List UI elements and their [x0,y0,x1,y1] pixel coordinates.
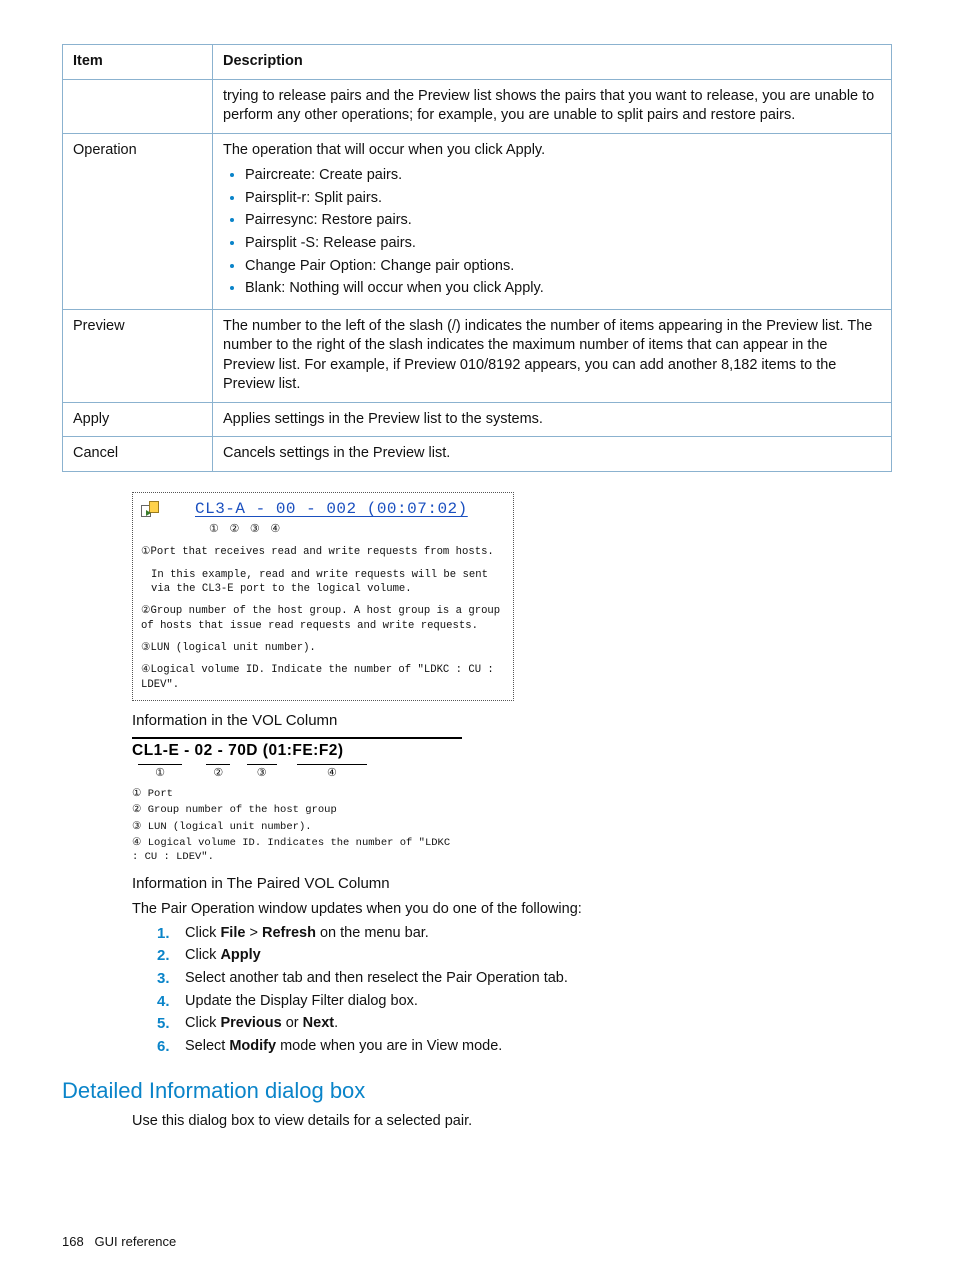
list-item: Blank: Nothing will occur when you click… [245,279,881,299]
bold-previous: Previous [220,1015,281,1031]
list-item: Update the Display Filter dialog box. [157,992,892,1012]
caption-paired-vol-column: Information in The Paired VOL Column [132,874,892,894]
bold-refresh: Refresh [262,925,316,941]
list-item: Pairresync: Restore pairs. [245,211,881,231]
diagram2-header: CL1-E - 02 - 70D (01:FE:F2) [132,739,462,762]
footer-label: GUI reference [95,1234,177,1249]
section-para: Use this dialog box to view details for … [132,1112,892,1132]
bold-apply: Apply [220,947,260,963]
update-conditions-para: The Pair Operation window updates when y… [132,900,892,920]
marker: ② [206,764,230,781]
list-item: Pairsplit -S: Release pairs. [245,234,881,254]
text: . [334,1015,338,1031]
diagram2-markers: ① ② ③ ④ [132,764,462,781]
diagram2-line: ③ LUN (logical unit number). [132,820,462,834]
bold-next: Next [303,1015,334,1031]
vol-column-diagram: CL3-A - 00 - 002 (00:07:02) ① ② ③ ④ ①Por… [132,492,514,701]
op-intro: The operation that will occur when you c… [223,141,881,161]
th-description: Description [213,45,892,80]
description-table: Item Description trying to release pairs… [62,44,892,472]
list-item: Click Apply [157,946,892,966]
cell-desc: The number to the left of the slash (/) … [213,309,892,402]
caption-vol-column: Information in the VOL Column [132,711,892,731]
update-steps-list: Click File > Refresh on the menu bar. Cl… [62,924,892,1056]
list-item: Click File > Refresh on the menu bar. [157,924,892,944]
text: Click [185,947,220,963]
diagram2-line: ① Port [132,787,462,801]
diagram2-line: ④ Logical volume ID. Indicates the numbe… [132,836,462,864]
cell-item: Cancel [63,437,213,472]
text: or [282,1015,303,1031]
diagram-header: CL3-A - 00 - 002 (00:07:02) [167,499,468,521]
pair-icon [141,501,163,519]
list-item: Change Pair Option: Change pair options. [245,257,881,277]
text: > [245,925,262,941]
list-item: Select Modify mode when you are in View … [157,1037,892,1057]
page: Item Description trying to release pairs… [0,0,954,1271]
diagram-note-1: ①Port that receives read and write reque… [141,545,505,559]
marker: ③ [247,764,277,781]
diagram2-line: ② Group number of the host group [132,803,462,817]
cell-desc: trying to release pairs and the Preview … [213,79,892,133]
th-item: Item [63,45,213,80]
page-number: 168 [62,1234,84,1249]
diagram-note-4: ④Logical volume ID. Indicate the number … [141,663,505,692]
bold-file: File [220,925,245,941]
text: Click [185,925,220,941]
list-item: Paircreate: Create pairs. [245,166,881,186]
paired-vol-column-diagram: CL1-E - 02 - 70D (01:FE:F2) ① ② ③ ④ ① Po… [132,737,462,864]
diagram-note-1b: In this example, read and write requests… [141,568,505,597]
text: Select [185,1038,229,1054]
section-title: Detailed Information dialog box [62,1076,892,1106]
text: mode when you are in View mode. [276,1038,502,1054]
cell-desc: The operation that will occur when you c… [213,133,892,309]
cell-item: Apply [63,402,213,437]
bold-modify: Modify [229,1038,276,1054]
list-item: Select another tab and then reselect the… [157,969,892,989]
op-list: Paircreate: Create pairs. Pairsplit-r: S… [223,166,881,298]
cell-item: Operation [63,133,213,309]
text: Click [185,1015,220,1031]
cell-item: Preview [63,309,213,402]
cell-desc: Applies settings in the Preview list to … [213,402,892,437]
marker: ① [138,764,182,781]
cell-item [63,79,213,133]
page-footer: 168 GUI reference [62,1233,176,1251]
diagram-note-2: ②Group number of the host group. A host … [141,604,505,633]
diagram-markers: ① ② ③ ④ [141,523,505,538]
cell-desc: Cancels settings in the Preview list. [213,437,892,472]
list-item: Click Previous or Next. [157,1014,892,1034]
text: on the menu bar. [316,925,429,941]
marker: ④ [297,764,367,781]
diagram-note-3: ③LUN (logical unit number). [141,641,505,655]
list-item: Pairsplit-r: Split pairs. [245,189,881,209]
